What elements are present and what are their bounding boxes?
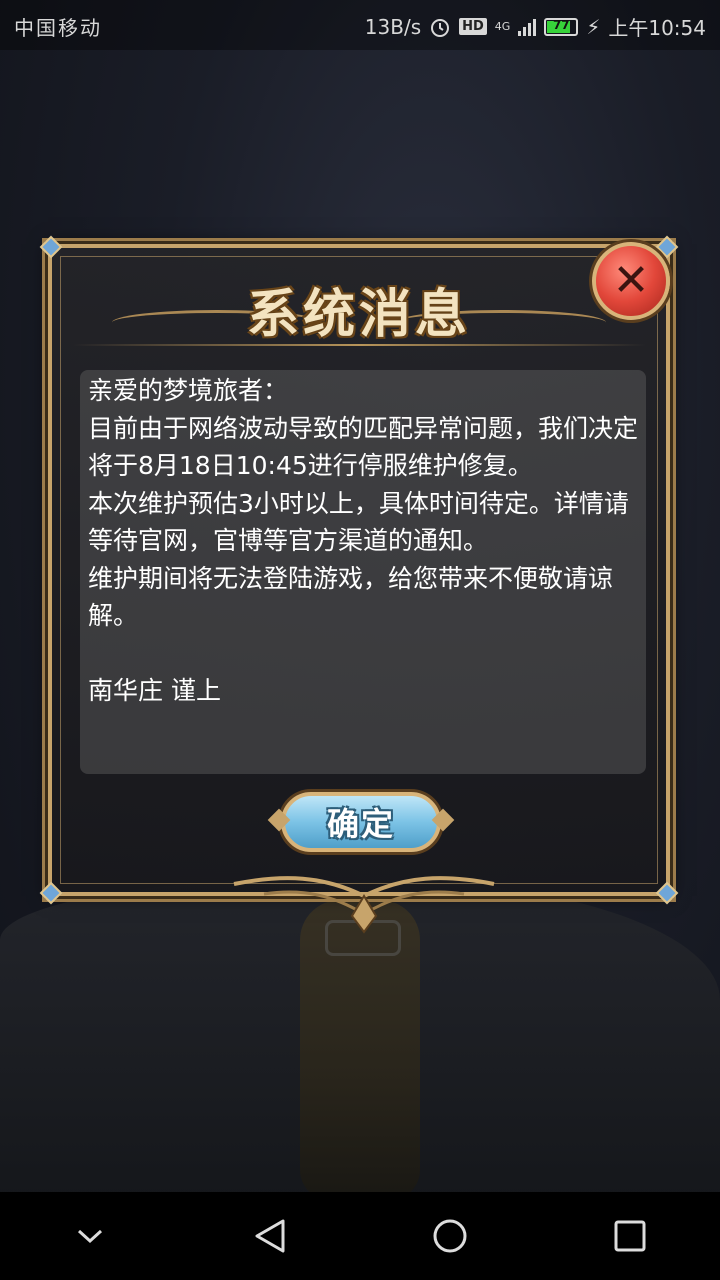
nav-home-button[interactable] (410, 1196, 490, 1276)
recents-icon (614, 1220, 646, 1252)
chevron-down-icon (77, 1229, 103, 1244)
close-button[interactable]: ✕ (592, 242, 670, 320)
alarm-icon (431, 18, 450, 37)
battery-level: 77 (552, 17, 570, 32)
background-character (300, 900, 420, 1200)
message-signature: 南华庄 谨上 (88, 676, 221, 705)
nav-hide-button[interactable] (50, 1196, 130, 1276)
title-divider (72, 344, 646, 346)
corner-gem-icon (39, 881, 63, 905)
network-type: 4G (494, 20, 511, 33)
status-bar: 中国移动 13B/s HD 4G 77 ⚡ 上午10:54 (0, 0, 720, 50)
carrier-name: 中国移动 (14, 16, 102, 40)
charging-icon: ⚡ (586, 14, 601, 39)
hd-badge: HD (459, 18, 487, 35)
status-icons: 13B/s HD 4G 77 ⚡ 上午10:54 (365, 12, 706, 41)
message-box: 亲爱的梦境旅者： 目前由于网络波动导致的匹配异常问题，我们决定将于8月18日10… (80, 370, 646, 774)
nav-recents-button[interactable] (590, 1196, 670, 1276)
corner-gem-icon (39, 235, 63, 259)
navigation-bar (0, 1192, 720, 1280)
message-paragraph: 目前由于网络波动导致的匹配异常问题，我们决定将于8月18日10:45进行停服维护… (88, 413, 639, 481)
message-paragraph: 维护期间将无法登陆游戏，给您带来不便敬请谅解。 (88, 563, 614, 631)
battery-icon: 77 (544, 17, 579, 36)
back-icon (255, 1219, 285, 1253)
corner-gem-icon (655, 881, 679, 905)
message-greeting: 亲爱的梦境旅者： (88, 376, 289, 405)
close-icon: ✕ (612, 255, 650, 306)
dialog-title: 系统消息 (246, 285, 471, 345)
dialog-header: 系统消息 (52, 258, 666, 348)
home-icon (433, 1219, 467, 1253)
signal-icon (518, 18, 537, 36)
nav-back-button[interactable] (230, 1196, 310, 1276)
bottom-ornament (233, 876, 495, 934)
network-speed: 13B/s (364, 14, 422, 39)
confirm-button-label: 确定 (326, 805, 395, 843)
clock: 上午10:54 (608, 16, 706, 40)
system-message-dialog: 系统消息 ✕ 亲爱的梦境旅者： 目前由于网络波动导致的匹配异常问题，我们决定将于… (39, 235, 679, 934)
message-paragraph: 本次维护预估3小时以上，具体时间待定。详情请等待官网，官博等官方渠道的通知。 (88, 488, 629, 556)
confirm-button[interactable]: 确定 (281, 792, 441, 852)
